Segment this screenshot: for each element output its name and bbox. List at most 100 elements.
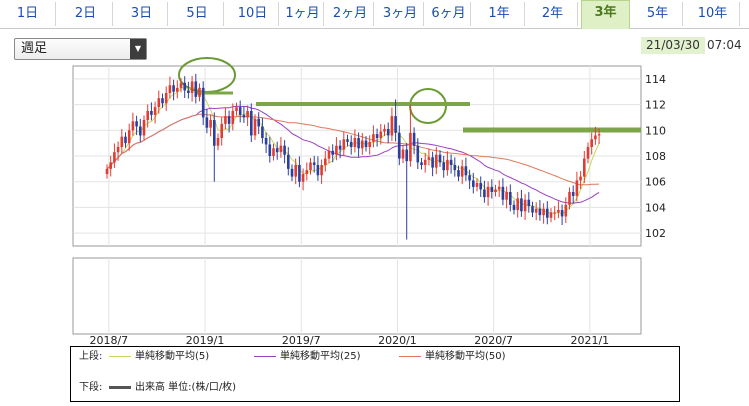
candle-body	[135, 121, 138, 127]
candle-body	[494, 189, 497, 192]
legend-upper-label: 上段:	[79, 351, 103, 362]
legend-ma5-swatch	[109, 355, 131, 357]
candle-body	[120, 136, 124, 147]
candle-body	[357, 138, 360, 149]
candle-body	[305, 170, 309, 174]
legend-ma25-label: 単純移動平均(25)	[280, 351, 361, 362]
candle-body	[205, 117, 209, 128]
candle-body	[331, 150, 334, 155]
candle-body	[124, 136, 127, 144]
candle-body	[372, 134, 375, 142]
candle-body	[224, 116, 227, 124]
candle-body	[375, 134, 379, 138]
candle-body	[483, 189, 486, 198]
candle-body	[527, 199, 531, 207]
candle-body	[549, 212, 553, 218]
legend-volume-swatch	[109, 385, 131, 389]
candle-body	[187, 90, 190, 93]
candle-body	[131, 121, 135, 131]
y-tick-label: 104	[645, 201, 666, 214]
candle-body	[227, 116, 231, 124]
candle-body	[298, 165, 301, 182]
candle-body	[301, 174, 305, 182]
candle-body	[238, 107, 242, 115]
candle-body	[139, 126, 142, 136]
candle-body	[150, 111, 153, 115]
candle-body	[216, 138, 220, 146]
candle-body	[142, 120, 146, 136]
candle-body	[460, 166, 464, 177]
candle-body	[361, 140, 364, 149]
candle-body	[398, 132, 401, 159]
candle-body	[597, 134, 601, 136]
candle-body	[531, 206, 534, 213]
candle-body	[435, 154, 438, 168]
volume-panel	[72, 257, 642, 335]
candle-body	[220, 123, 223, 138]
candle-body	[379, 131, 383, 138]
candle-body	[342, 139, 346, 150]
candle-body	[583, 158, 586, 177]
candle-body	[264, 138, 268, 145]
candle-body	[261, 126, 264, 138]
candle-body	[353, 138, 357, 147]
candle-body	[168, 85, 172, 93]
legend-ma50-label: 単純移動平均(50)	[425, 351, 506, 362]
candle-body	[386, 129, 390, 136]
legend-lower-label: 下段:	[79, 382, 103, 393]
candle-body	[312, 162, 316, 165]
candle-body	[457, 170, 460, 177]
candle-body	[505, 192, 508, 200]
candle-body	[468, 175, 471, 181]
candle-body	[509, 192, 512, 205]
candle-body	[479, 183, 482, 190]
candle-body	[250, 111, 253, 136]
candle-body	[520, 198, 523, 212]
candle-body	[146, 111, 149, 120]
candle-body	[590, 139, 593, 147]
candle-body	[161, 98, 164, 104]
candle-body	[242, 114, 246, 118]
candle-body	[309, 162, 312, 171]
candle-body	[390, 116, 394, 136]
candle-body	[416, 145, 420, 163]
candle-body	[553, 212, 556, 214]
legend-volume: 出来高 単位:(株/口/枚)	[109, 381, 236, 395]
candle-body	[560, 210, 564, 217]
candle-body	[412, 132, 416, 146]
candle-body	[127, 130, 131, 144]
candle-body	[275, 148, 279, 153]
legend-ma5: 単純移動平均(5)	[109, 350, 209, 364]
candle-body	[235, 107, 238, 111]
candle-body	[575, 180, 579, 196]
candle-body	[194, 81, 198, 97]
candle-body	[213, 120, 216, 146]
y-tick-label: 110	[645, 124, 666, 137]
legend-ma5-label: 単純移動平均(5)	[135, 351, 210, 362]
candle-body	[105, 168, 109, 174]
y-tick-label: 106	[645, 176, 666, 189]
y-tick-label: 114	[645, 73, 666, 86]
legend: 上段: 単純移動平均(5) 単純移動平均(25) 単純移動平均(50) 下段: …	[70, 346, 680, 402]
y-axis: 102 104 106 108 110 112 114	[645, 73, 666, 240]
candle-body	[349, 141, 353, 147]
candle-body	[446, 159, 449, 171]
candle-body	[497, 186, 501, 190]
candle-body	[464, 166, 468, 176]
candle-body	[257, 118, 260, 127]
candle-body	[253, 118, 257, 136]
candle-body	[586, 147, 590, 159]
candle-body	[579, 176, 582, 181]
candle-body	[427, 157, 431, 160]
candle-body	[571, 192, 575, 196]
y-tick-label: 102	[645, 227, 666, 240]
candle-body	[116, 147, 120, 153]
candle-body	[405, 149, 408, 162]
candle-body	[394, 116, 397, 133]
legend-ma25-swatch	[254, 355, 276, 357]
candle-body	[279, 145, 283, 153]
candle-body	[164, 93, 168, 104]
candle-body	[283, 145, 286, 155]
candle-body	[272, 148, 275, 156]
candle-body	[179, 82, 183, 88]
